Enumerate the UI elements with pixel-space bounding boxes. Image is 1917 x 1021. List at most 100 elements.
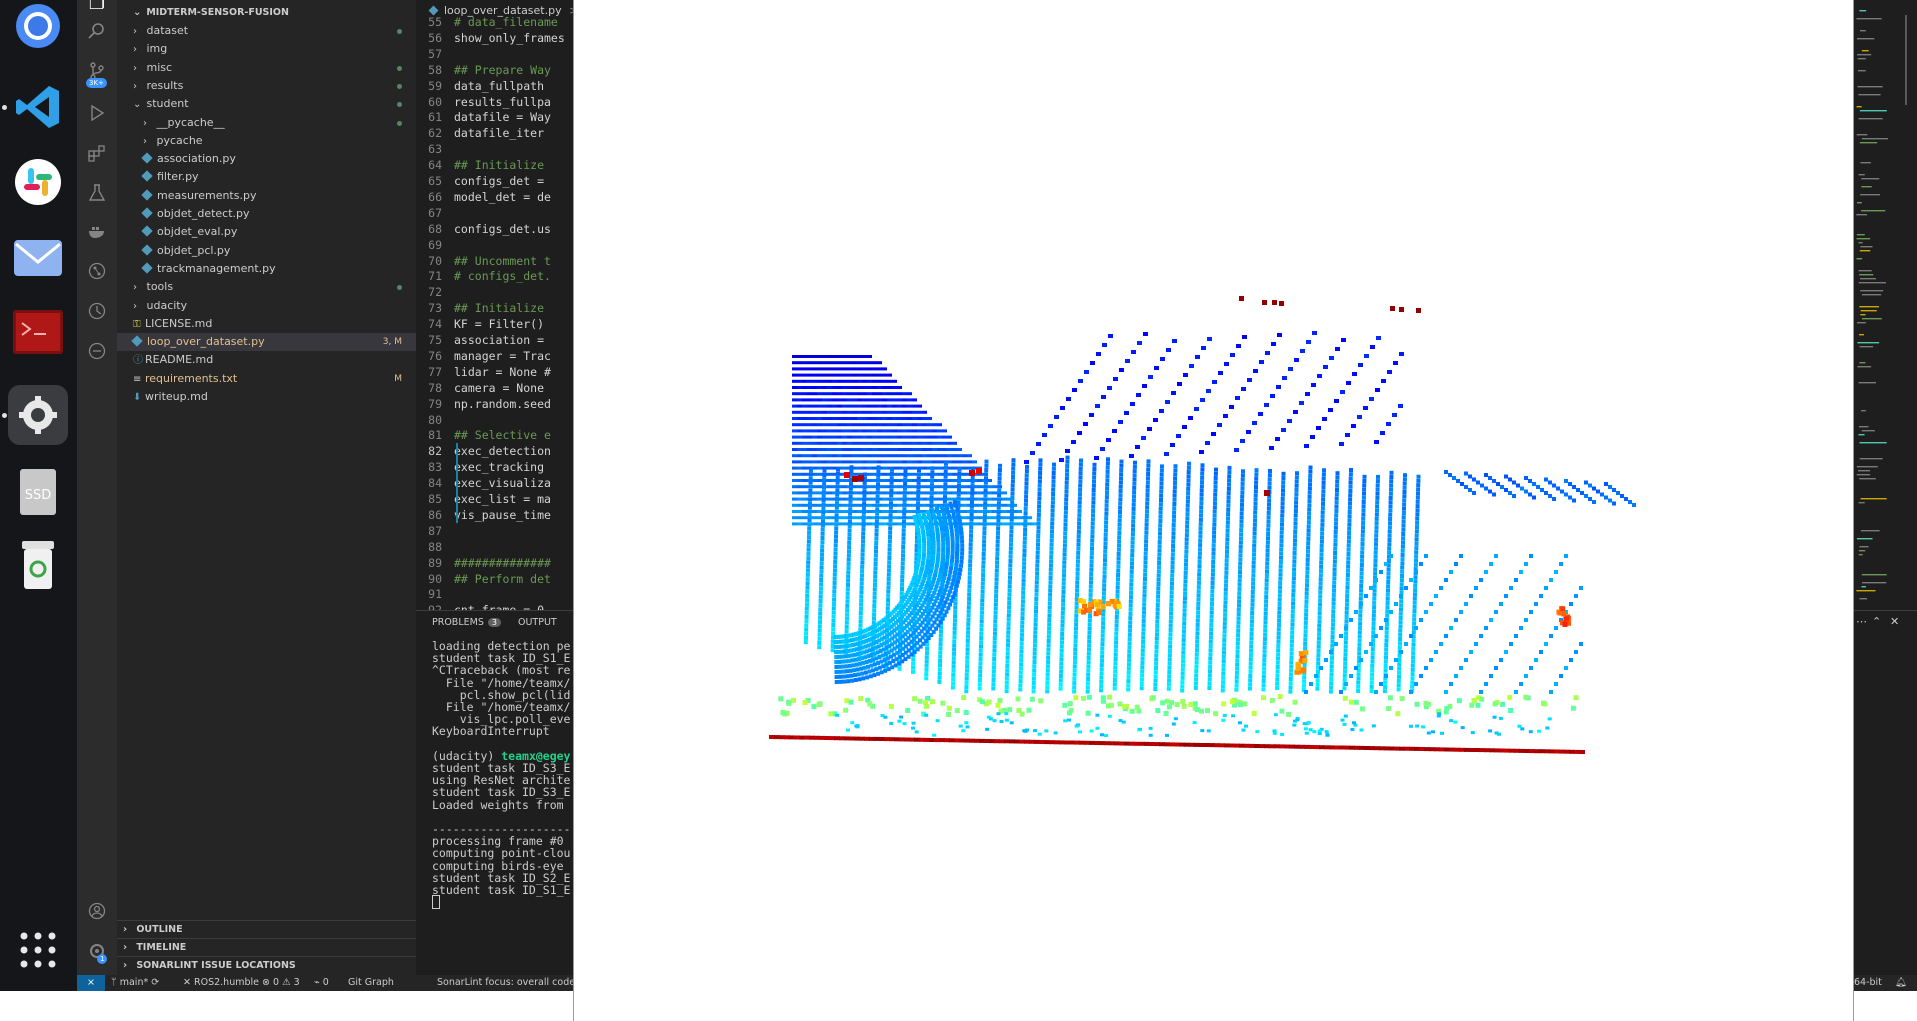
folder-item[interactable]: › results — [117, 77, 416, 95]
code-line[interactable]: 68 configs_det.us — [416, 221, 551, 237]
docker-icon[interactable] — [85, 222, 109, 246]
code-line[interactable]: 90 ## Perform det — [416, 571, 551, 587]
code-line[interactable]: 77 lidar = None # — [416, 364, 551, 380]
code-line[interactable]: 78 camera = None — [416, 380, 544, 396]
file-item[interactable]: ⓘ README.md — [117, 351, 416, 369]
code-line[interactable]: 85 exec_list = ma — [416, 491, 551, 507]
code-line[interactable]: 63 — [416, 141, 454, 157]
tab-problems[interactable]: PROBLEMS 3 — [432, 617, 501, 628]
code-line[interactable]: 61 datafile = Way — [416, 109, 551, 125]
code-line[interactable]: 66 model_det = de — [416, 189, 551, 205]
code-editor[interactable]: loop_over_dataset.py > 55 # data_filename… — [416, 0, 574, 610]
minimap[interactable] — [1854, 0, 1917, 610]
sonarlint-issues-section[interactable]: › SONARLINT ISSUE LOCATIONS — [117, 956, 416, 974]
folder-item[interactable]: ⌄ student — [117, 95, 416, 113]
more-actions-icon[interactable]: ⋯ — [1856, 615, 1867, 628]
mail-icon[interactable] — [8, 228, 68, 288]
code-line[interactable]: 81 ## Selective e — [416, 427, 551, 443]
code-line[interactable]: 56 show_only_frames — [416, 30, 565, 46]
sonarlint-status[interactable]: SonarLint focus: overall code — [437, 975, 575, 991]
search-icon[interactable] — [85, 22, 109, 46]
point-cloud-viewer-window[interactable] — [573, 0, 1854, 1021]
timeline-section[interactable]: › TIMELINE — [117, 938, 416, 956]
file-item[interactable]: loop_over_dataset.py 3, M — [117, 333, 416, 352]
code-line[interactable]: 65 configs_det = — [416, 173, 544, 189]
code-line[interactable]: 73 ## Initialize — [416, 300, 544, 316]
file-item[interactable]: ≡ requirements.txt M — [117, 370, 416, 388]
code-line[interactable]: 59 data_fullpath — [416, 78, 544, 94]
code-line[interactable]: 58 ## Prepare Way — [416, 62, 551, 78]
extensions-icon[interactable] — [85, 144, 109, 168]
file-item[interactable]: objdet_eval.py — [117, 223, 416, 241]
branch-status[interactable]: ᛘ main* ⟳ — [111, 975, 159, 991]
folder-item[interactable]: › img — [117, 40, 416, 58]
slack-icon[interactable] — [8, 152, 68, 212]
code-line[interactable]: 86 vis_pause_time — [416, 506, 551, 523]
explorer-icon[interactable]: ❐ — [85, 0, 109, 16]
code-line[interactable]: 70 ## Uncomment t — [416, 253, 551, 269]
folder-item[interactable]: › pycache — [117, 132, 416, 150]
gear-icon[interactable] — [8, 385, 68, 445]
sonarlint-icon[interactable] — [85, 342, 109, 366]
folder-item[interactable]: › dataset — [117, 22, 416, 40]
remote-indicator-icon[interactable]: ⨯ — [77, 975, 105, 991]
code-line[interactable]: 89 ############## — [416, 555, 551, 571]
tab-output[interactable]: OUTPUT — [518, 617, 557, 628]
chromium-icon[interactable] — [8, 0, 68, 56]
maximize-panel-icon[interactable]: ⌃ — [1872, 615, 1881, 628]
code-line[interactable]: 80 — [416, 412, 454, 428]
git-graph-icon[interactable] — [85, 262, 109, 286]
code-line[interactable]: 72 — [416, 284, 454, 300]
terminal-icon[interactable] — [8, 302, 68, 362]
grid-icon[interactable] — [8, 920, 68, 980]
code-line[interactable]: 64 ## Initialize — [416, 157, 544, 173]
file-item[interactable]: association.py — [117, 150, 416, 168]
file-item[interactable]: filter.py — [117, 168, 416, 186]
code-line[interactable]: 57 — [416, 46, 454, 62]
code-line[interactable]: 88 — [416, 539, 454, 555]
file-item[interactable]: objdet_detect.py — [117, 205, 416, 223]
file-item[interactable]: ⚿ LICENSE.md — [117, 315, 416, 333]
trash-icon[interactable] — [8, 536, 68, 596]
code-line[interactable]: 67 — [416, 205, 454, 221]
remote-explorer-icon[interactable] — [85, 302, 109, 326]
file-item[interactable]: trackmanagement.py — [117, 260, 416, 278]
close-panel-icon[interactable]: ✕ — [1890, 615, 1899, 628]
code-line[interactable]: 87 — [416, 523, 454, 539]
ports-status[interactable]: ⌁ 0 — [314, 975, 329, 991]
folder-item[interactable]: › misc — [117, 59, 416, 77]
code-line[interactable]: 74 KF = Filter() — [416, 316, 544, 332]
vscode-icon[interactable] — [8, 77, 68, 137]
explorer-root-folder[interactable]: ⌄ MIDTERM-SENSOR-FUSION — [117, 4, 416, 22]
code-line[interactable]: 92cnt_frame = 0 — [416, 602, 544, 610]
ssd-icon[interactable]: SSD — [8, 462, 68, 522]
testing-icon[interactable] — [85, 184, 109, 208]
arch-status[interactable]: 64-bit — [1854, 975, 1882, 991]
file-item[interactable]: ⬇ writeup.md — [117, 388, 416, 406]
run-debug-icon[interactable] — [85, 104, 109, 128]
code-line[interactable]: 69 — [416, 237, 454, 253]
code-line[interactable]: 71 # configs_det. — [416, 268, 551, 284]
outline-section[interactable]: › OUTLINE — [117, 920, 416, 938]
code-line[interactable]: 84 exec_visualiza — [416, 475, 551, 492]
code-line[interactable]: 91 — [416, 586, 454, 602]
file-item[interactable]: measurements.py — [117, 187, 416, 205]
code-line[interactable]: 62 datafile_iter — [416, 125, 544, 141]
ros-status[interactable]: ✕ ROS2.humble — [183, 975, 259, 991]
code-line[interactable]: 55 # data_filename — [416, 14, 558, 30]
bell-icon[interactable]: 🔔︎ — [1895, 975, 1907, 991]
code-line[interactable]: 79 np.random.seed — [416, 396, 551, 412]
code-line[interactable]: 83 exec_tracking — [416, 459, 544, 476]
git-graph-status[interactable]: Git Graph — [348, 975, 394, 991]
folder-item[interactable]: › tools — [117, 278, 416, 296]
lidar-point-cloud[interactable] — [574, 0, 1855, 1021]
code-line[interactable]: 60 results_fullpa — [416, 94, 551, 110]
folder-item[interactable]: › udacity — [117, 297, 416, 315]
code-line[interactable]: 76 manager = Trac — [416, 348, 551, 364]
problems-status[interactable]: ⊗ 0 ⚠ 3 — [262, 975, 300, 991]
code-line[interactable]: 82 exec_detection — [416, 443, 551, 460]
file-item[interactable]: objdet_pcl.py — [117, 242, 416, 260]
accounts-icon[interactable] — [85, 902, 109, 926]
code-line[interactable]: 75 association = — [416, 332, 544, 348]
folder-item[interactable]: › __pycache__ — [117, 114, 416, 132]
